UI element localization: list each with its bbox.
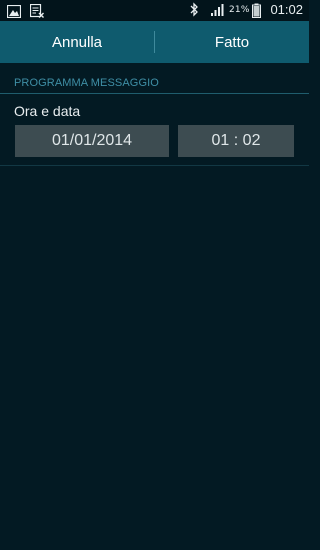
battery-icon [252,3,261,22]
time-picker-button[interactable]: 01 : 02 [178,125,294,157]
bluetooth-icon [190,2,199,21]
battery-percent: 21% [229,5,250,15]
done-button[interactable]: Fatto [155,21,309,63]
date-picker-button[interactable]: 01/01/2014 [15,125,169,157]
signal-icon [210,2,226,21]
note-icon [29,3,44,22]
section-title: PROGRAMMA MESSAGGIO [14,77,159,89]
section-header: PROGRAMMA MESSAGGIO [0,72,309,94]
action-bar: Annulla Fatto [0,21,309,63]
schedule-label: Ora e data [14,103,81,119]
status-time: 01:02 [270,2,303,17]
image-icon [6,3,22,22]
cancel-button[interactable]: Annulla [0,21,154,63]
row-divider [0,165,309,166]
status-bar: 21% 01:02 [0,0,309,21]
